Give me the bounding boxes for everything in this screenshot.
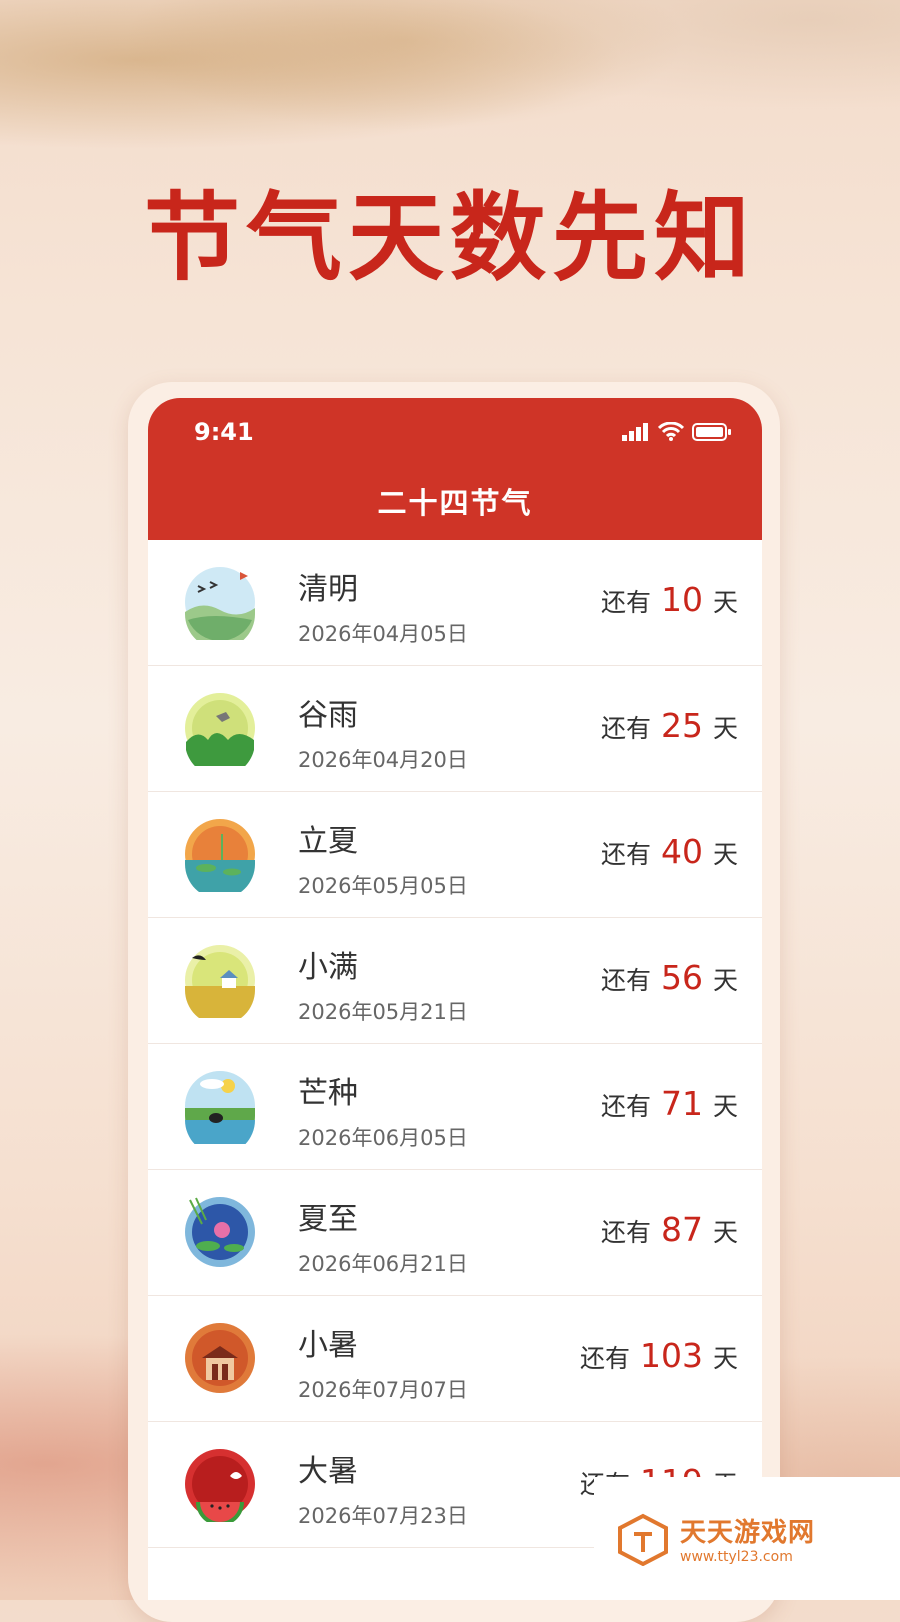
watermark-logo-icon [618,1513,668,1566]
countdown-days: 40 [660,832,703,871]
app-header: 9:41 二十四节气 [148,398,762,540]
countdown: 还有 87 天 [601,1210,738,1249]
xiaoman-icon [185,945,255,1018]
countdown-prefix: 还有 [600,966,651,995]
list-item[interactable]: 谷雨 2026年04月20日 还有 25 天 [148,666,762,792]
term-name: 谷雨 [298,698,358,733]
qingming-icon [185,567,255,640]
term-name: 夏至 [298,1202,358,1237]
dashu-icon [185,1449,255,1522]
xiazhi-icon [185,1197,255,1267]
term-date: 2026年07月23日 [298,1504,468,1528]
term-name: 小暑 [298,1328,358,1363]
lixia-icon [185,819,255,892]
countdown-suffix: 天 [712,714,738,743]
countdown-prefix: 还有 [600,1218,651,1247]
countdown-suffix: 天 [712,1092,738,1121]
status-icons [622,422,732,441]
list-item[interactable]: 芒种 2026年06月05日 还有 71 天 [148,1044,762,1170]
countdown-days: 10 [660,580,703,619]
list-item[interactable]: 小暑 2026年07月07日 还有 103 天 [148,1296,762,1422]
countdown-prefix: 还有 [600,840,651,869]
xiaoshu-icon [185,1323,255,1393]
term-name: 小满 [298,950,358,985]
term-date: 2026年06月21日 [298,1252,468,1276]
countdown: 还有 71 天 [601,1084,738,1123]
wifi-icon [658,422,684,441]
background-art-top [0,0,900,200]
countdown-prefix: 还有 [579,1344,630,1373]
list-item[interactable]: 夏至 2026年06月21日 还有 87 天 [148,1170,762,1296]
countdown-days: 25 [660,706,703,745]
term-date: 2026年04月05日 [298,622,468,646]
countdown: 还有 103 天 [580,1336,738,1375]
list-item[interactable]: 小满 2026年05月21日 还有 56 天 [148,918,762,1044]
watermark-url: www.ttyl23.com [680,1549,793,1565]
term-name: 立夏 [298,824,358,859]
countdown-prefix: 还有 [600,588,651,617]
battery-icon [692,422,731,441]
countdown-prefix: 还有 [600,1092,651,1121]
term-date: 2026年06月05日 [298,1126,468,1150]
countdown: 还有 10 天 [601,580,738,619]
list-item[interactable]: 立夏 2026年05月05日 还有 40 天 [148,792,762,918]
countdown-suffix: 天 [712,1344,738,1373]
watermark-title: 天天游戏网 [680,1518,816,1548]
mangzhong-icon [185,1071,255,1144]
watermark: 天天游戏网 www.ttyl23.com [594,1477,900,1600]
countdown: 还有 25 天 [601,706,738,745]
countdown-suffix: 天 [712,1218,738,1247]
countdown-suffix: 天 [712,588,738,617]
term-date: 2026年07月07日 [298,1378,468,1402]
countdown: 还有 40 天 [601,832,738,871]
promo-headline: 节气天数先知 [144,181,756,294]
phone-screen: 9:41 二十四节气 清明 2026年04月05日 还有 10 天 谷雨 202… [148,398,762,1600]
term-name: 芒种 [298,1076,358,1111]
countdown-days: 56 [660,958,703,997]
status-time: 9:41 [194,418,254,446]
term-name: 清明 [298,572,358,607]
term-date: 2026年05月05日 [298,874,468,898]
page-title: 二十四节气 [377,486,533,520]
term-name: 大暑 [298,1454,358,1489]
countdown-suffix: 天 [712,840,738,869]
watermark-text: 天天游戏网 www.ttyl23.com [680,1512,815,1565]
list-item[interactable]: 清明 2026年04月05日 还有 10 天 [148,540,762,666]
term-date: 2026年05月21日 [298,1000,468,1024]
countdown: 还有 56 天 [601,958,738,997]
countdown-suffix: 天 [712,966,738,995]
guyu-icon [185,693,255,766]
term-date: 2026年04月20日 [298,748,468,772]
countdown-days: 71 [660,1084,703,1123]
countdown-prefix: 还有 [600,714,651,743]
countdown-days: 87 [660,1210,703,1249]
cellular-signal-icon [622,422,648,441]
solar-term-list: 清明 2026年04月05日 还有 10 天 谷雨 2026年04月20日 还有… [148,540,762,1548]
countdown-days: 103 [639,1336,703,1375]
